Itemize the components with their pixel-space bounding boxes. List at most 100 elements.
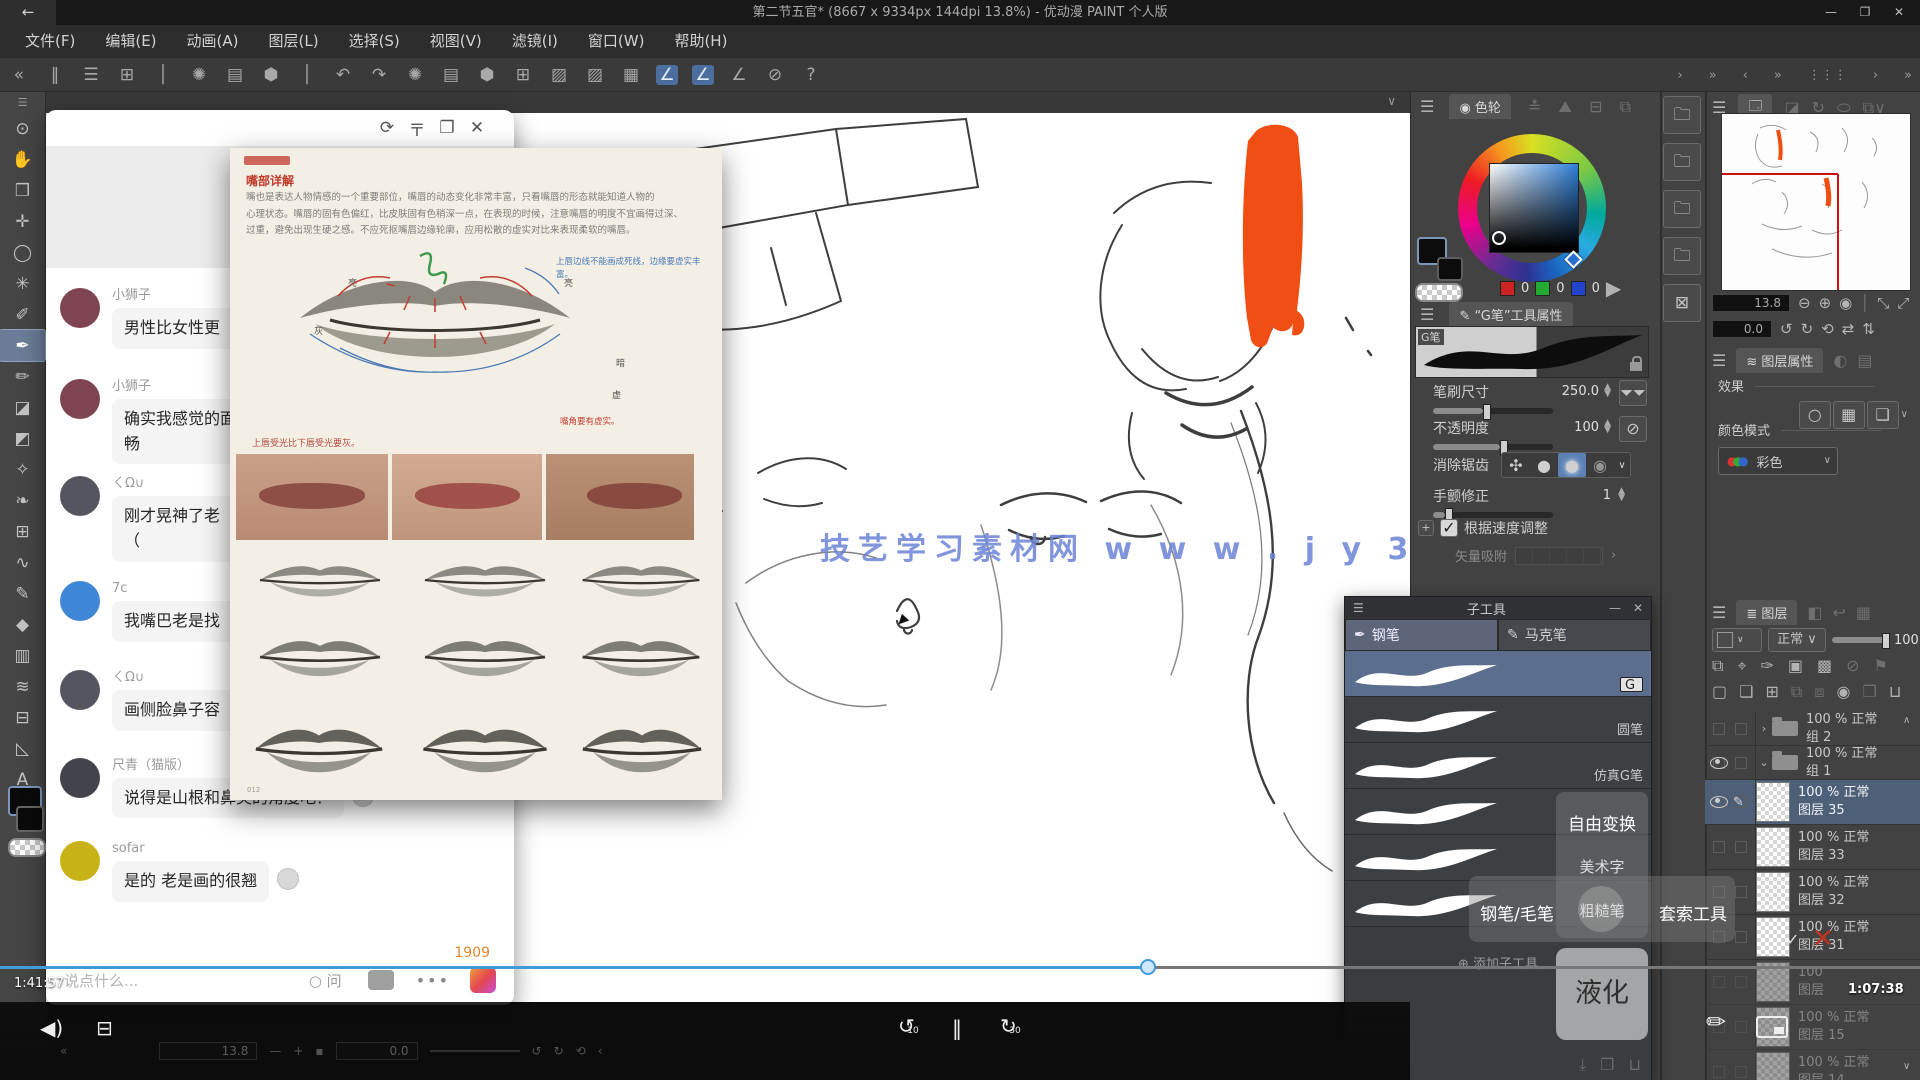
zoom-100-icon[interactable]: ◉ — [1839, 294, 1852, 312]
tool-button[interactable]: ⊞ — [0, 516, 45, 547]
avatar[interactable] — [60, 379, 100, 419]
layer-icon[interactable]: ⊞ — [1765, 684, 1778, 700]
layer-icon[interactable]: ◉ — [1837, 684, 1851, 700]
command-icon[interactable]: ‖ — [44, 65, 66, 85]
rewind-10-icon[interactable]: ↺10 — [898, 1014, 928, 1044]
layer-icon[interactable]: ▣ — [1788, 658, 1803, 674]
panel-menu-icon[interactable]: ☰ — [1353, 602, 1364, 614]
tool-button[interactable]: ◪ — [0, 392, 45, 423]
flip-h-icon[interactable]: ⇄ — [1842, 320, 1855, 338]
brush-row[interactable]: G笔 — [1345, 651, 1651, 697]
panel-menu-icon[interactable]: ☰ — [1712, 605, 1726, 621]
panel-menu-icon[interactable]: ☰ — [1712, 353, 1726, 369]
sub-color-swatch[interactable] — [16, 806, 44, 832]
status-rotate-right[interactable]: ↻ — [554, 1044, 564, 1058]
shortcut-pen-brush[interactable]: 钢笔/毛笔 — [1472, 900, 1562, 925]
back-button[interactable]: ← — [0, 0, 56, 25]
command-icon[interactable]: ▤ — [224, 65, 246, 85]
dock-chevron-icon[interactable]: ⋮⋮⋮ — [1808, 68, 1847, 83]
layer-icon[interactable]: ⌖ — [1737, 658, 1746, 674]
subtool-footer-icon[interactable]: ⊔ — [1629, 1057, 1641, 1073]
pause-icon[interactable]: ‖ — [952, 1016, 965, 1040]
subtool-footer-icon[interactable]: ❐ — [1600, 1057, 1614, 1073]
fit-window-icon[interactable]: ⤢ — [1897, 294, 1909, 312]
layer-row[interactable]: ✎ 100 % 正常图层 35 — [1705, 780, 1920, 825]
color-play-icon[interactable]: ▶ — [1606, 278, 1621, 298]
aa-weak[interactable]: ● — [1530, 453, 1558, 477]
close-icon[interactable]: ✕ — [1633, 602, 1643, 614]
minimize-icon[interactable]: — — [1609, 602, 1621, 614]
image-button[interactable] — [368, 970, 394, 990]
command-icon[interactable]: ? — [800, 65, 822, 85]
menu-item[interactable]: 图层(L) — [254, 25, 334, 58]
avatar[interactable] — [60, 841, 100, 881]
command-icon[interactable]: │ — [152, 65, 174, 85]
chat-control-icon[interactable]: ❐ — [432, 118, 462, 138]
command-icon[interactable]: ⬢ — [260, 65, 282, 85]
volume-icon[interactable]: ◀) — [40, 1016, 63, 1040]
layer-scroll-down-icon[interactable]: ∨ — [1903, 1062, 1910, 1072]
folder-panel-icon[interactable]: 🗀 — [1663, 190, 1701, 228]
menu-item[interactable]: 选择(S) — [334, 25, 415, 58]
layer-icon[interactable]: ⚑ — [1874, 658, 1888, 674]
tool-button[interactable]: ✏ — [0, 361, 45, 392]
more-button[interactable]: ••• — [416, 971, 450, 990]
status-zoom-in[interactable]: + — [293, 1044, 303, 1058]
like-button[interactable] — [470, 967, 496, 993]
tab-color-wheel[interactable]: ◉ 色轮 — [1449, 94, 1511, 119]
tab-history-icon[interactable]: ⊟ — [1589, 97, 1602, 116]
dock-chevron-icon[interactable]: › — [1677, 68, 1682, 83]
ask-toggle[interactable]: ○ 问 — [309, 970, 342, 991]
video-progress-remaining[interactable] — [1148, 966, 1920, 969]
avatar[interactable] — [60, 581, 100, 621]
stabilize-row[interactable]: 手颤修正 1 ▲▼ — [1433, 486, 1647, 518]
tab-layer-search-icon[interactable]: ◧ — [1807, 605, 1822, 621]
close-button[interactable]: ✕ — [1882, 0, 1916, 25]
subtool-tab[interactable]: ✒钢笔 — [1345, 619, 1498, 651]
panel-menu-icon[interactable]: ☰ — [1420, 97, 1434, 116]
menu-item[interactable]: 窗口(W) — [573, 25, 660, 58]
layer-icon[interactable]: ⧉ — [1791, 684, 1802, 700]
rotate-right-icon[interactable]: ↻ — [1801, 320, 1814, 338]
tab-tool-property[interactable]: ✎ “G笔”工具属性 — [1449, 302, 1572, 327]
menu-item[interactable]: 帮助(H) — [659, 25, 742, 58]
subtool-footer-icon[interactable]: ⤓ — [1579, 1057, 1586, 1073]
menu-item[interactable]: 编辑(E) — [90, 25, 171, 58]
tool-button[interactable]: ◺ — [0, 733, 45, 764]
brush-row[interactable]: 仿真G笔 — [1345, 743, 1651, 789]
effect-dropdown-icon[interactable]: ∨ — [1901, 410, 1908, 420]
folder-expand-icon[interactable]: › — [1756, 722, 1772, 735]
layer-row[interactable]: 100 % 正常图层 14 — [1705, 1050, 1920, 1080]
layer-scroll-up-icon[interactable]: ∧ — [1903, 716, 1910, 726]
layer-icon[interactable]: ❏ — [1739, 684, 1753, 700]
chat-control-icon[interactable]: ✕ — [462, 118, 492, 138]
opacity-row[interactable]: 不透明度 100 ▲▼ ⊘ — [1433, 418, 1647, 450]
video-progress-knob[interactable] — [1140, 959, 1156, 975]
colormode-dropdown[interactable]: ●●● 彩色 ∨ — [1718, 447, 1838, 475]
command-icon[interactable]: │ — [296, 65, 318, 85]
aa-middle[interactable]: ● — [1558, 453, 1586, 477]
layer-thumbnail[interactable] — [1756, 782, 1790, 822]
tab-tone-icon[interactable]: ◐ — [1833, 353, 1847, 369]
command-icon[interactable]: ∠ — [692, 65, 714, 85]
layer-thumb-dropdown[interactable]: ∨ — [1712, 628, 1762, 652]
flip-v-icon[interactable]: ⇅ — [1862, 320, 1875, 338]
tool-button[interactable]: ❒ — [0, 175, 45, 206]
status-zoom[interactable]: 13.8 — [159, 1042, 257, 1060]
layer-icon[interactable]: ⊔ — [1889, 684, 1901, 700]
tab-mixer-icon[interactable]: ⧉ — [1620, 97, 1631, 116]
reset-rotation-icon[interactable]: ⟲ — [1821, 320, 1834, 338]
tool-button[interactable]: ◆ — [0, 609, 45, 640]
dock-chevron-icon[interactable]: ‹ — [1743, 68, 1748, 83]
shortcut-liquify-box[interactable]: 液化 — [1556, 948, 1648, 1040]
rotate-left-icon[interactable]: ↺ — [1780, 320, 1793, 338]
zoom-in-icon[interactable]: ⊕ — [1819, 294, 1832, 312]
menu-item[interactable]: 文件(F) — [10, 25, 90, 58]
tab-layer-property[interactable]: ≋ 图层属性 — [1736, 348, 1823, 373]
status-reset[interactable]: ⟲ — [576, 1044, 586, 1058]
tab-color-slider-icon[interactable]: ≛ — [1528, 97, 1541, 116]
dock-chevron-icon[interactable]: » — [1904, 68, 1912, 83]
folder-panel-icon[interactable]: 🗀 — [1663, 237, 1701, 275]
video-progress-played[interactable] — [0, 966, 1148, 969]
visibility-eye-icon[interactable] — [1710, 757, 1728, 769]
